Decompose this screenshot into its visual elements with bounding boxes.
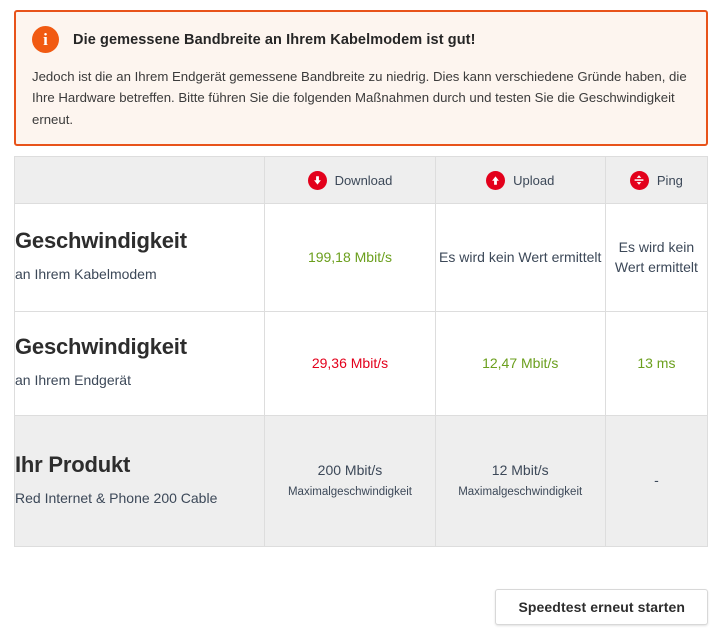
speedtest-results-table: Download Upload Ping Geschwindigkeit an … <box>13 156 709 547</box>
row-title: Geschwindigkeit <box>15 228 187 254</box>
row-label-cell: Geschwindigkeit an Ihrem Endgerät <box>13 311 266 416</box>
row-title: Ihr Produkt <box>15 451 131 477</box>
alert-title: Die gemessene Bandbreite an Ihrem Kabelm… <box>73 31 476 48</box>
cell-download: 200 Mbit/s Maximalgeschwindigkeit <box>264 415 436 547</box>
download-arrow-icon <box>307 170 327 190</box>
row-title: Geschwindigkeit <box>15 334 187 360</box>
value-upload-note: Maximalgeschwindigkeit <box>458 486 583 499</box>
header-cell-upload: Upload <box>434 156 606 204</box>
cell-download: 29,36 Mbit/s <box>264 311 436 416</box>
value-upload: 12,47 Mbit/s <box>482 354 559 371</box>
value-download-note: Maximalgeschwindigkeit <box>287 486 412 499</box>
value-download: 29,36 Mbit/s <box>311 354 389 371</box>
bandwidth-alert: i Die gemessene Bandbreite an Ihrem Kabe… <box>14 10 708 147</box>
row-label-cell: Ihr Produkt Red Internet & Phone 200 Cab… <box>13 415 266 547</box>
restart-speedtest-button[interactable]: Speedtest erneut starten <box>495 589 708 625</box>
value-ping: 13 ms <box>637 354 676 371</box>
header-label-download: Download <box>334 172 393 188</box>
header-label-ping: Ping <box>656 172 683 188</box>
cell-download: 199,18 Mbit/s <box>264 203 436 312</box>
cell-ping: 13 ms <box>604 311 709 416</box>
value-download: 199,18 Mbit/s <box>307 248 392 265</box>
row-label-cell: Geschwindigkeit an Ihrem Kabelmodem <box>13 203 266 312</box>
header-label-upload: Upload <box>513 172 555 188</box>
info-icon: i <box>32 26 59 53</box>
table-row: Geschwindigkeit an Ihrem Endgerät 29,36 … <box>13 311 709 416</box>
table-row: Ihr Produkt Red Internet & Phone 200 Cab… <box>13 415 709 547</box>
table-header: Download Upload Ping <box>13 156 709 204</box>
cell-upload: Es wird kein Wert ermittelt <box>434 203 606 312</box>
value-upload: Es wird kein Wert ermittelt <box>439 248 602 265</box>
table-row: Geschwindigkeit an Ihrem Kabelmodem 199,… <box>13 203 709 312</box>
cell-ping: Es wird kein Wert ermittelt <box>604 203 709 312</box>
header-cell-download: Download <box>264 156 436 204</box>
footer-actions: Speedtest erneut starten <box>14 589 708 625</box>
header-cell-empty <box>13 156 266 204</box>
cell-ping: - <box>604 415 709 547</box>
cell-upload: 12,47 Mbit/s <box>434 311 606 416</box>
cell-upload: 12 Mbit/s Maximalgeschwindigkeit <box>434 415 606 547</box>
value-download: 200 Mbit/s <box>317 462 383 479</box>
header-cell-ping: Ping <box>604 156 709 204</box>
alert-header: i Die gemessene Bandbreite an Ihrem Kabe… <box>32 26 690 53</box>
row-subtitle: an Ihrem Kabelmodem <box>15 266 157 283</box>
upload-arrow-icon <box>486 170 506 190</box>
value-upload: 12 Mbit/s <box>491 462 549 479</box>
alert-body-text: Jedoch ist die an Ihrem Endgerät gemesse… <box>32 69 687 127</box>
ping-arrows-icon <box>629 170 649 190</box>
row-subtitle: Red Internet & Phone 200 Cable <box>15 489 218 506</box>
value-ping: Es wird kein Wert ermittelt <box>614 238 698 275</box>
value-ping: - <box>654 472 659 489</box>
table-header-row: Download Upload Ping <box>13 156 709 204</box>
row-subtitle: an Ihrem Endgerät <box>15 372 131 389</box>
